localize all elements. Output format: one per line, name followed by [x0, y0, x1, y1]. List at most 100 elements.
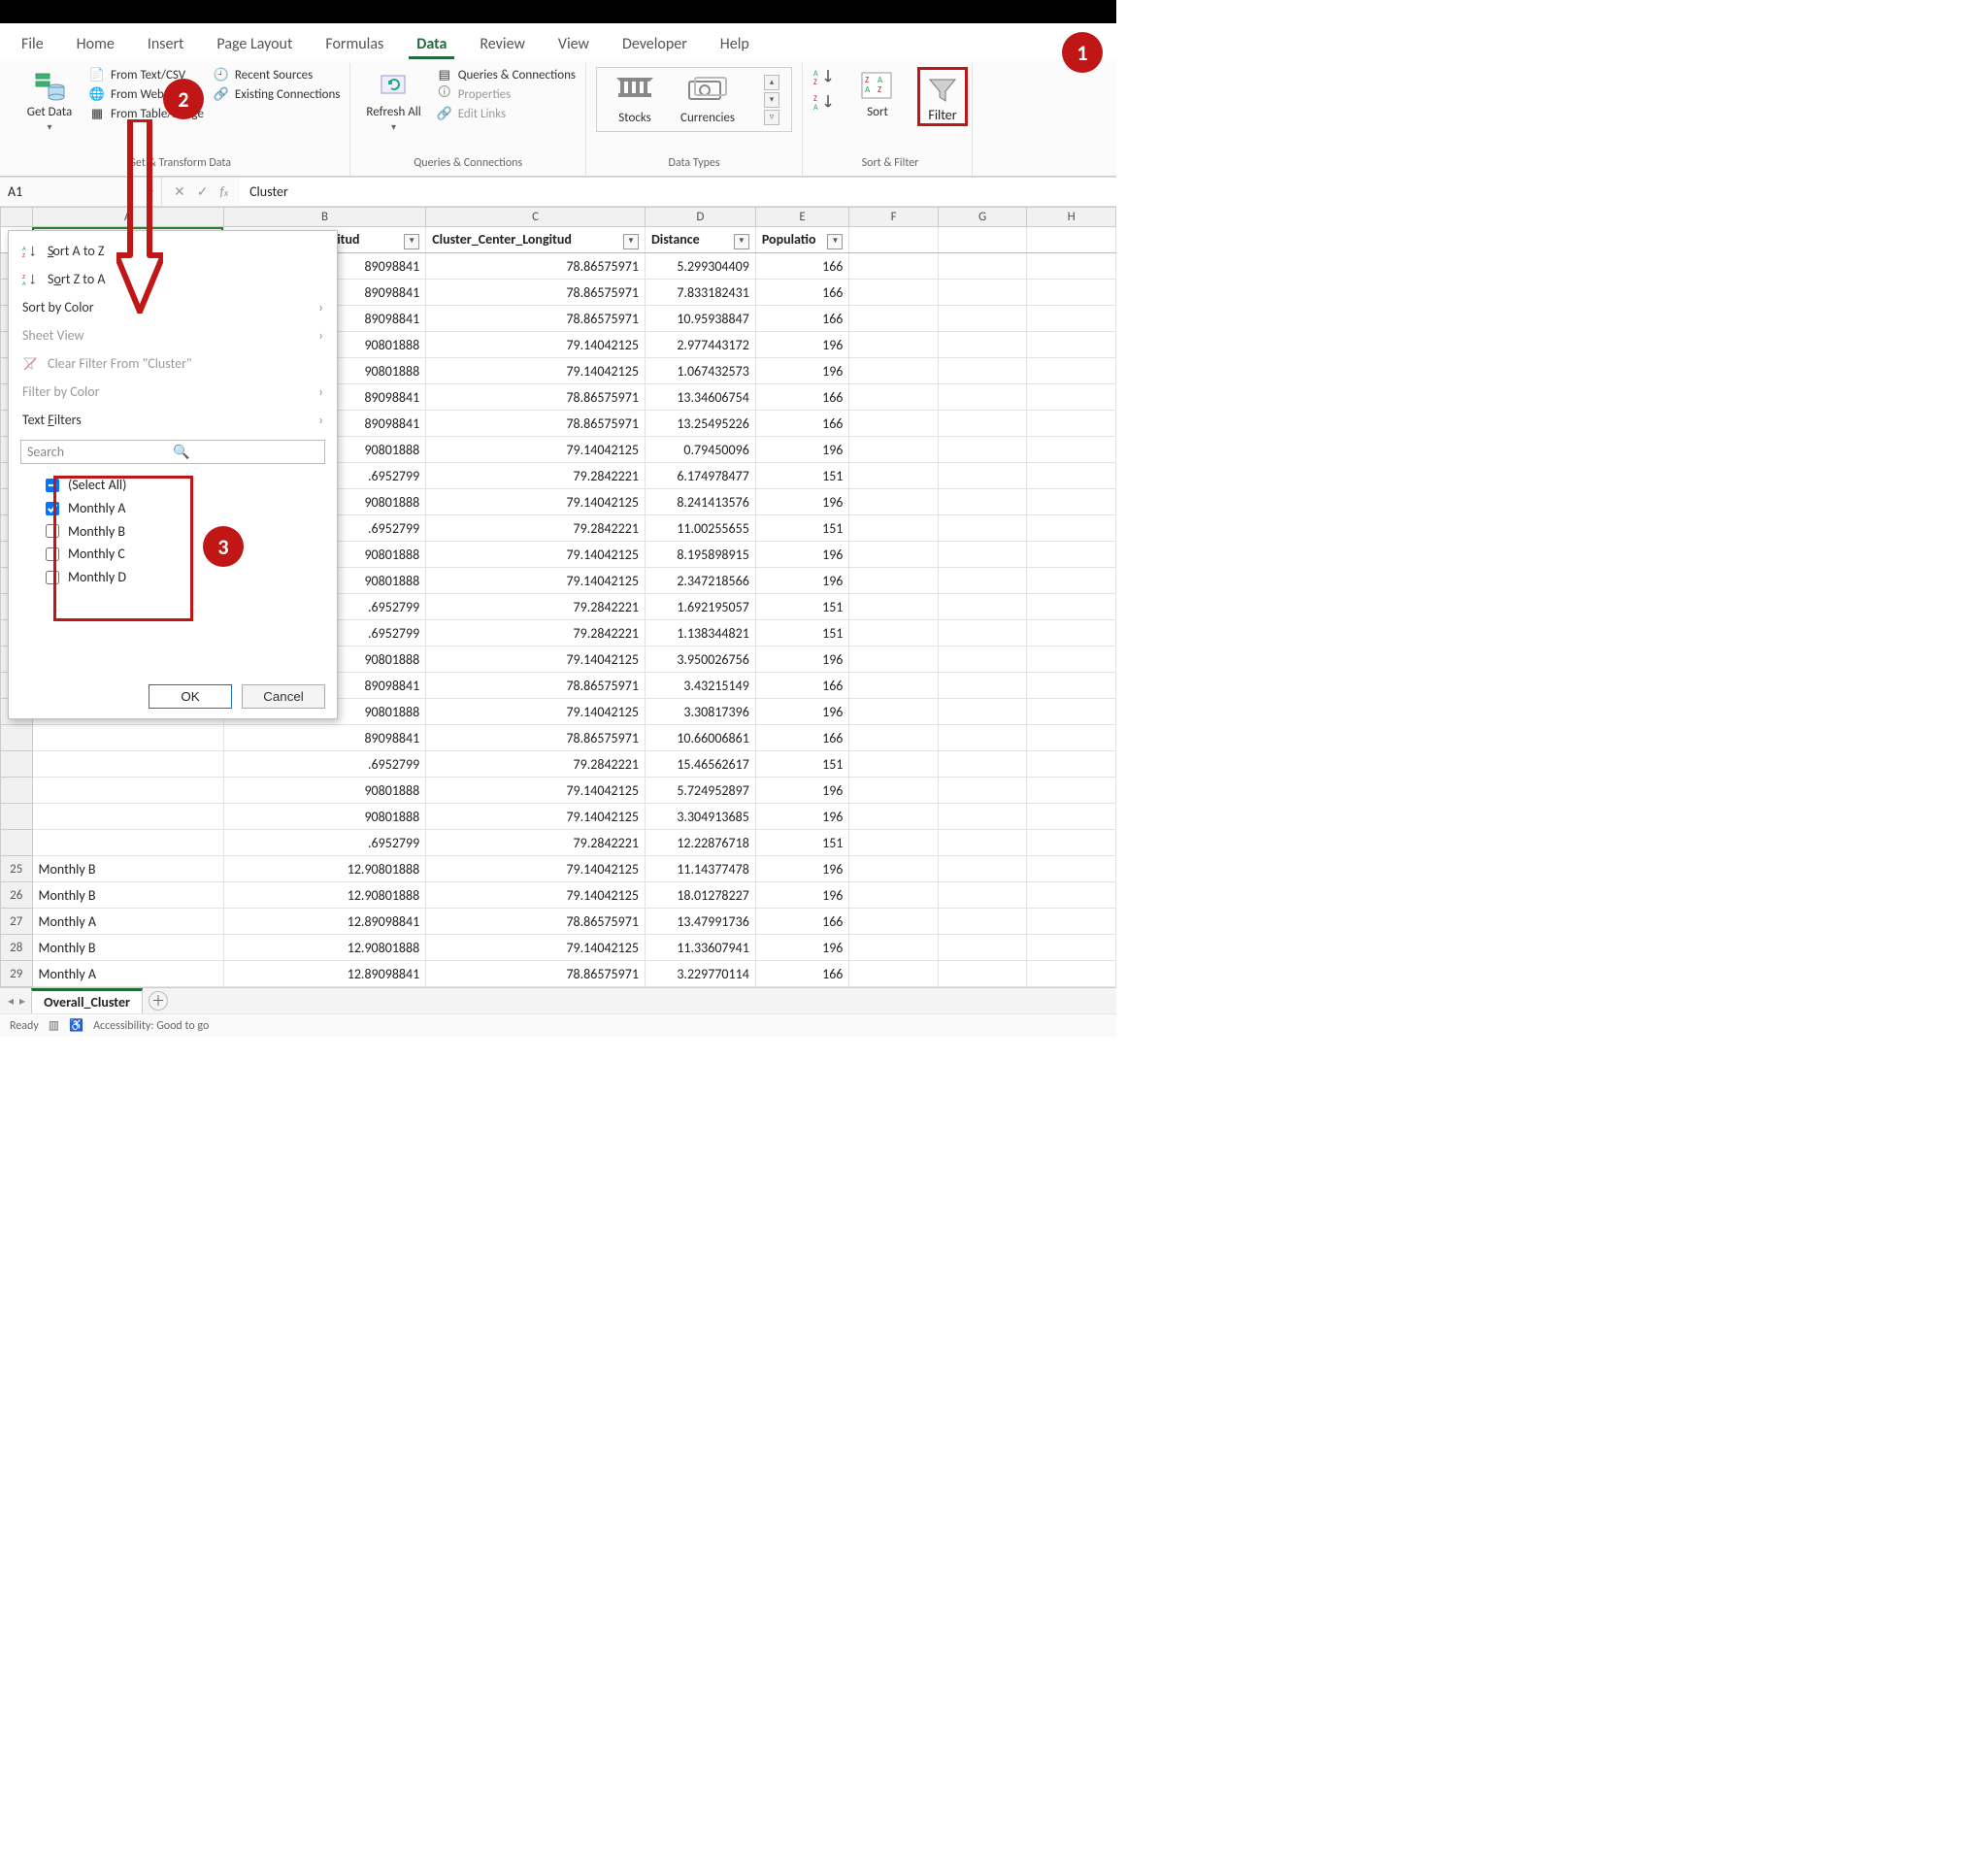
- cell[interactable]: [1027, 332, 1116, 358]
- cell[interactable]: 166: [755, 673, 849, 699]
- cell[interactable]: [1027, 856, 1116, 882]
- cell[interactable]: [938, 935, 1027, 961]
- cell[interactable]: 196: [755, 542, 849, 568]
- cell[interactable]: [1027, 961, 1116, 987]
- cell[interactable]: [1027, 253, 1116, 280]
- filter-option[interactable]: Monthly A: [42, 497, 323, 520]
- cell[interactable]: [938, 725, 1027, 751]
- cell[interactable]: 12.90801888: [223, 882, 425, 909]
- row-header[interactable]: [1, 778, 33, 804]
- cell[interactable]: [938, 253, 1027, 280]
- cell[interactable]: [1027, 909, 1116, 935]
- cell[interactable]: [938, 620, 1027, 646]
- cell[interactable]: Monthly A: [32, 961, 223, 987]
- cell[interactable]: 8.195898915: [645, 542, 755, 568]
- existing-connections-button[interactable]: 🔗Existing Connections: [214, 86, 340, 102]
- properties-button[interactable]: 🛈Properties: [437, 86, 576, 102]
- cell[interactable]: Monthly A: [32, 909, 223, 935]
- cell[interactable]: [849, 542, 939, 568]
- cell[interactable]: [1027, 489, 1116, 515]
- sort-za-mini-icon[interactable]: ZA: [812, 92, 838, 112]
- cell[interactable]: .6952799: [223, 830, 425, 856]
- cell[interactable]: [849, 778, 939, 804]
- tab-insert[interactable]: Insert: [140, 29, 192, 59]
- tab-help[interactable]: Help: [712, 29, 757, 59]
- tab-home[interactable]: Home: [69, 29, 122, 59]
- cell[interactable]: 3.43215149: [645, 673, 755, 699]
- cell[interactable]: 196: [755, 568, 849, 594]
- filter-dropdown-button[interactable]: ▼: [827, 234, 843, 249]
- name-box[interactable]: A1 ▾: [0, 178, 162, 206]
- filter-dropdown-button[interactable]: ▼: [404, 234, 419, 249]
- gallery-more-icon[interactable]: ▿: [764, 110, 779, 125]
- cell[interactable]: 15.46562617: [645, 751, 755, 778]
- sort-za-item[interactable]: ZA Sort Z to A: [9, 265, 337, 293]
- cell[interactable]: [1027, 751, 1116, 778]
- cell[interactable]: [938, 384, 1027, 411]
- tab-developer[interactable]: Developer: [614, 29, 695, 59]
- cell[interactable]: [849, 568, 939, 594]
- cell[interactable]: [1027, 280, 1116, 306]
- header-cell[interactable]: Distance▼: [645, 227, 755, 253]
- sheet-nav-next[interactable]: ▸: [19, 994, 25, 1009]
- cell[interactable]: Monthly B: [32, 935, 223, 961]
- cell[interactable]: 10.95938847: [645, 306, 755, 332]
- cell[interactable]: 78.86575971: [426, 909, 646, 935]
- get-data-button[interactable]: Get Data ▾: [19, 67, 80, 135]
- cell[interactable]: 12.90801888: [223, 856, 425, 882]
- cell[interactable]: [938, 830, 1027, 856]
- gallery-up-icon[interactable]: ▴: [764, 75, 779, 90]
- cell[interactable]: 79.14042125: [426, 778, 646, 804]
- cell[interactable]: [938, 515, 1027, 542]
- cell[interactable]: [1027, 411, 1116, 437]
- cell[interactable]: 5.724952897: [645, 778, 755, 804]
- queries-connections-button[interactable]: ▤Queries & Connections: [437, 67, 576, 83]
- cell[interactable]: [1027, 515, 1116, 542]
- cell[interactable]: [938, 227, 1027, 253]
- cell[interactable]: 196: [755, 882, 849, 909]
- cell[interactable]: 151: [755, 463, 849, 489]
- cell[interactable]: 79.14042125: [426, 804, 646, 830]
- select-all-checkbox[interactable]: (Select All): [42, 474, 323, 497]
- tab-view[interactable]: View: [550, 29, 597, 59]
- column-header-H[interactable]: H: [1027, 208, 1116, 227]
- cell[interactable]: 166: [755, 253, 849, 280]
- cell[interactable]: 79.2842221: [426, 594, 646, 620]
- cell[interactable]: [1027, 804, 1116, 830]
- cell[interactable]: 79.14042125: [426, 699, 646, 725]
- cell[interactable]: [1027, 673, 1116, 699]
- cell[interactable]: [1027, 699, 1116, 725]
- cell[interactable]: [938, 463, 1027, 489]
- filter-dropdown-button[interactable]: ▼: [623, 234, 639, 249]
- cell[interactable]: Monthly B: [32, 856, 223, 882]
- cell[interactable]: 12.89098841: [223, 961, 425, 987]
- cell[interactable]: 79.14042125: [426, 568, 646, 594]
- cell[interactable]: 151: [755, 594, 849, 620]
- cell[interactable]: [849, 594, 939, 620]
- sheet-view-item[interactable]: Sheet View ›: [9, 321, 337, 349]
- filter-button[interactable]: Filter: [917, 67, 968, 126]
- cell[interactable]: 90801888: [223, 778, 425, 804]
- gallery-down-icon[interactable]: ▾: [764, 92, 779, 108]
- cell[interactable]: 1.138344821: [645, 620, 755, 646]
- column-header-E[interactable]: E: [755, 208, 849, 227]
- cell[interactable]: [849, 620, 939, 646]
- cell[interactable]: [849, 961, 939, 987]
- cell[interactable]: [849, 673, 939, 699]
- cell[interactable]: .6952799: [223, 751, 425, 778]
- cell[interactable]: [938, 594, 1027, 620]
- cell[interactable]: Monthly B: [32, 882, 223, 909]
- cell[interactable]: [849, 227, 939, 253]
- cell[interactable]: 196: [755, 804, 849, 830]
- sort-az-item[interactable]: AZ Sort A to Z: [9, 237, 337, 265]
- cell[interactable]: 89098841: [223, 725, 425, 751]
- cell[interactable]: [938, 358, 1027, 384]
- cell[interactable]: [938, 437, 1027, 463]
- column-header-C[interactable]: C: [426, 208, 646, 227]
- cell[interactable]: 1.692195057: [645, 594, 755, 620]
- filter-option[interactable]: Monthly D: [42, 566, 323, 589]
- cell[interactable]: 78.86575971: [426, 306, 646, 332]
- filter-dropdown-button[interactable]: ▼: [734, 234, 749, 249]
- cell[interactable]: 18.01278227: [645, 882, 755, 909]
- filter-option[interactable]: Monthly B: [42, 520, 323, 544]
